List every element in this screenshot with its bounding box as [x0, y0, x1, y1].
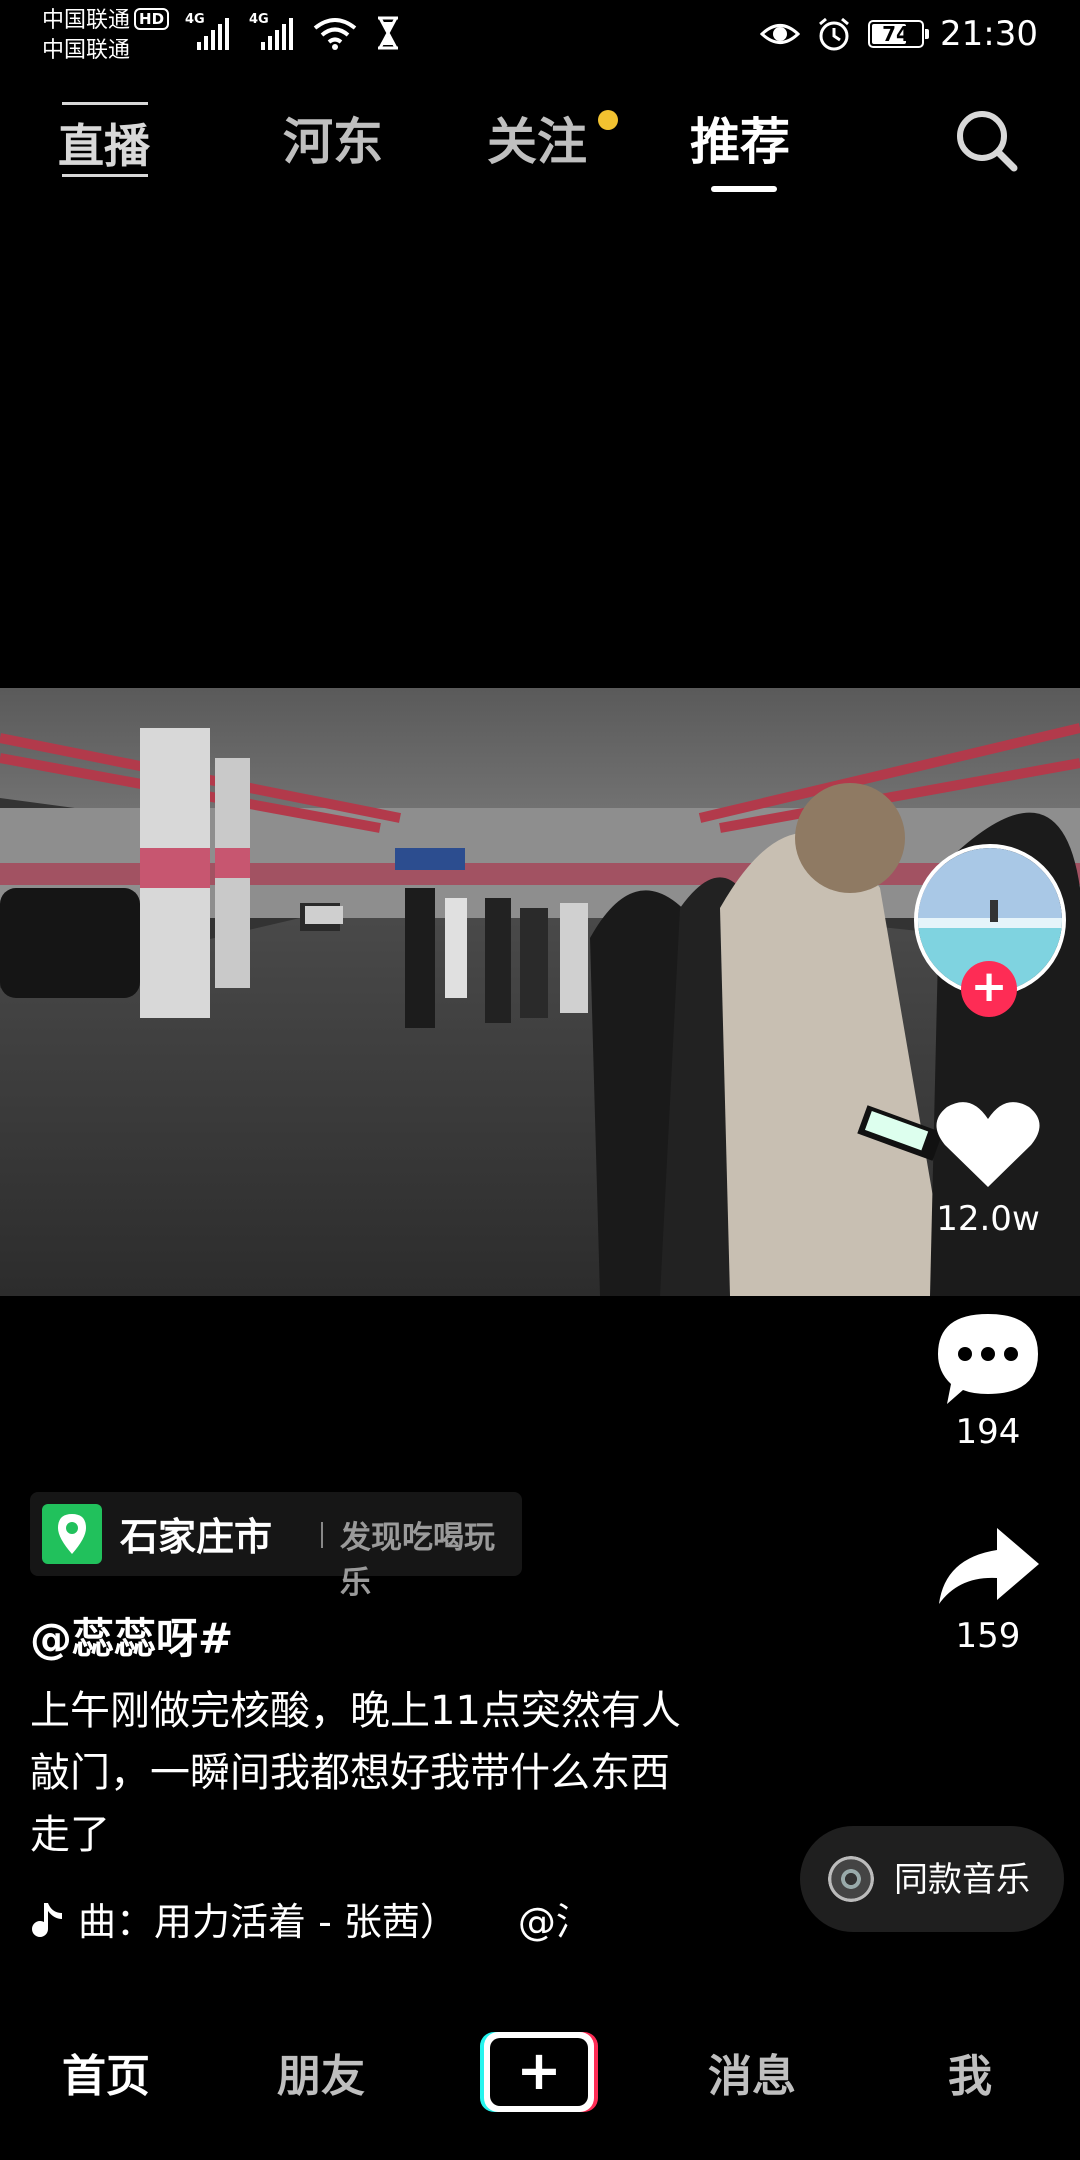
status-bar: 中国联通 HD 中国联通 4G 4G 74 21:30 [0, 0, 1080, 70]
signal-icon: 4G [185, 12, 229, 50]
music-marquee[interactable]: 曲：用力活着 - 张茜） @涓 [30, 1892, 570, 1952]
share-count: 159 [955, 1616, 1021, 1656]
same-music-button[interactable]: 同款音乐 [800, 1826, 1064, 1932]
network-type-1: 4G [185, 12, 205, 27]
location-city: 石家庄市 [120, 1515, 273, 1559]
nav-messages[interactable]: 消息 [708, 2040, 796, 2104]
following-badge-dot [598, 110, 618, 130]
carrier-2: 中国联通 [42, 38, 131, 63]
plus-icon: + [490, 2038, 588, 2106]
same-music-label: 同款音乐 [894, 1860, 1030, 1900]
top-nav: 直播 河东 关注 推荐 [0, 96, 1080, 196]
nav-me[interactable]: 我 [948, 2040, 992, 2104]
heart-icon[interactable] [933, 1095, 1043, 1195]
nav-home[interactable]: 首页 [62, 2040, 150, 2104]
location-pin-icon [42, 1504, 102, 1564]
like-group: 12.0w [918, 1095, 1058, 1239]
battery-icon: 74 [868, 20, 930, 48]
share-group: 159 [918, 1522, 1058, 1656]
share-icon[interactable] [933, 1522, 1043, 1612]
music-disc-icon [828, 1856, 874, 1902]
comment-group: 194 [918, 1308, 1058, 1452]
status-right: 74 21:30 [760, 14, 1038, 54]
create-button[interactable]: + [480, 2032, 598, 2112]
tab-recommend[interactable]: 推荐 [690, 102, 790, 174]
like-count: 12.0w [936, 1199, 1040, 1239]
caption-line: 上午刚做完核酸，晚上11点突然有人 [30, 1688, 681, 1734]
hd-badge: HD [134, 8, 170, 30]
caption-line: 敲门，一瞬间我都想好我带什么东西 [30, 1750, 670, 1796]
music-note-icon [32, 1903, 62, 1937]
signal-indicators: 4G 4G [185, 12, 401, 50]
nav-friends[interactable]: 朋友 [277, 2040, 365, 2104]
live-label: 直播 [58, 119, 150, 173]
comment-icon[interactable] [933, 1308, 1043, 1408]
carrier-1: 中国联通 [42, 8, 131, 33]
location-tag: 发现吃喝玩乐 [340, 1520, 495, 1601]
music-author: @涓 [517, 1900, 570, 1944]
tab-hedong[interactable]: 河东 [283, 102, 383, 174]
post-caption: 上午刚做完核酸，晚上11点突然有人 敲门，一瞬间我都想好我带什么东西 走了 [30, 1680, 790, 1866]
battery-level-text: 74 [882, 22, 910, 46]
tab-following[interactable]: 关注 [487, 102, 587, 174]
alarm-icon [819, 17, 849, 51]
follow-button[interactable]: + [961, 961, 1017, 1017]
location-chip[interactable]: 石家庄市 发现吃喝玩乐 [30, 1492, 522, 1601]
hourglass-icon [378, 16, 398, 50]
wifi-icon [313, 18, 357, 50]
carrier-info: 中国联通 HD 中国联通 [42, 6, 170, 66]
search-icon[interactable] [952, 106, 1022, 176]
bottom-nav: 首页 朋友 + 消息 我 [0, 2000, 1080, 2160]
signal-icon: 4G [249, 12, 293, 50]
active-tab-indicator [711, 186, 777, 192]
network-type-2: 4G [249, 12, 269, 27]
live-button[interactable]: 直播 [58, 102, 168, 182]
location-divider [321, 1522, 323, 1548]
music-title: 曲：用力活着 - 张茜） [78, 1900, 458, 1944]
caption-line: 走了 [30, 1812, 110, 1858]
author-name[interactable]: @蕊蕊呀# [30, 1605, 233, 1666]
comment-count: 194 [955, 1412, 1021, 1452]
eye-comfort-icon [760, 24, 801, 44]
clock: 21:30 [940, 14, 1038, 54]
